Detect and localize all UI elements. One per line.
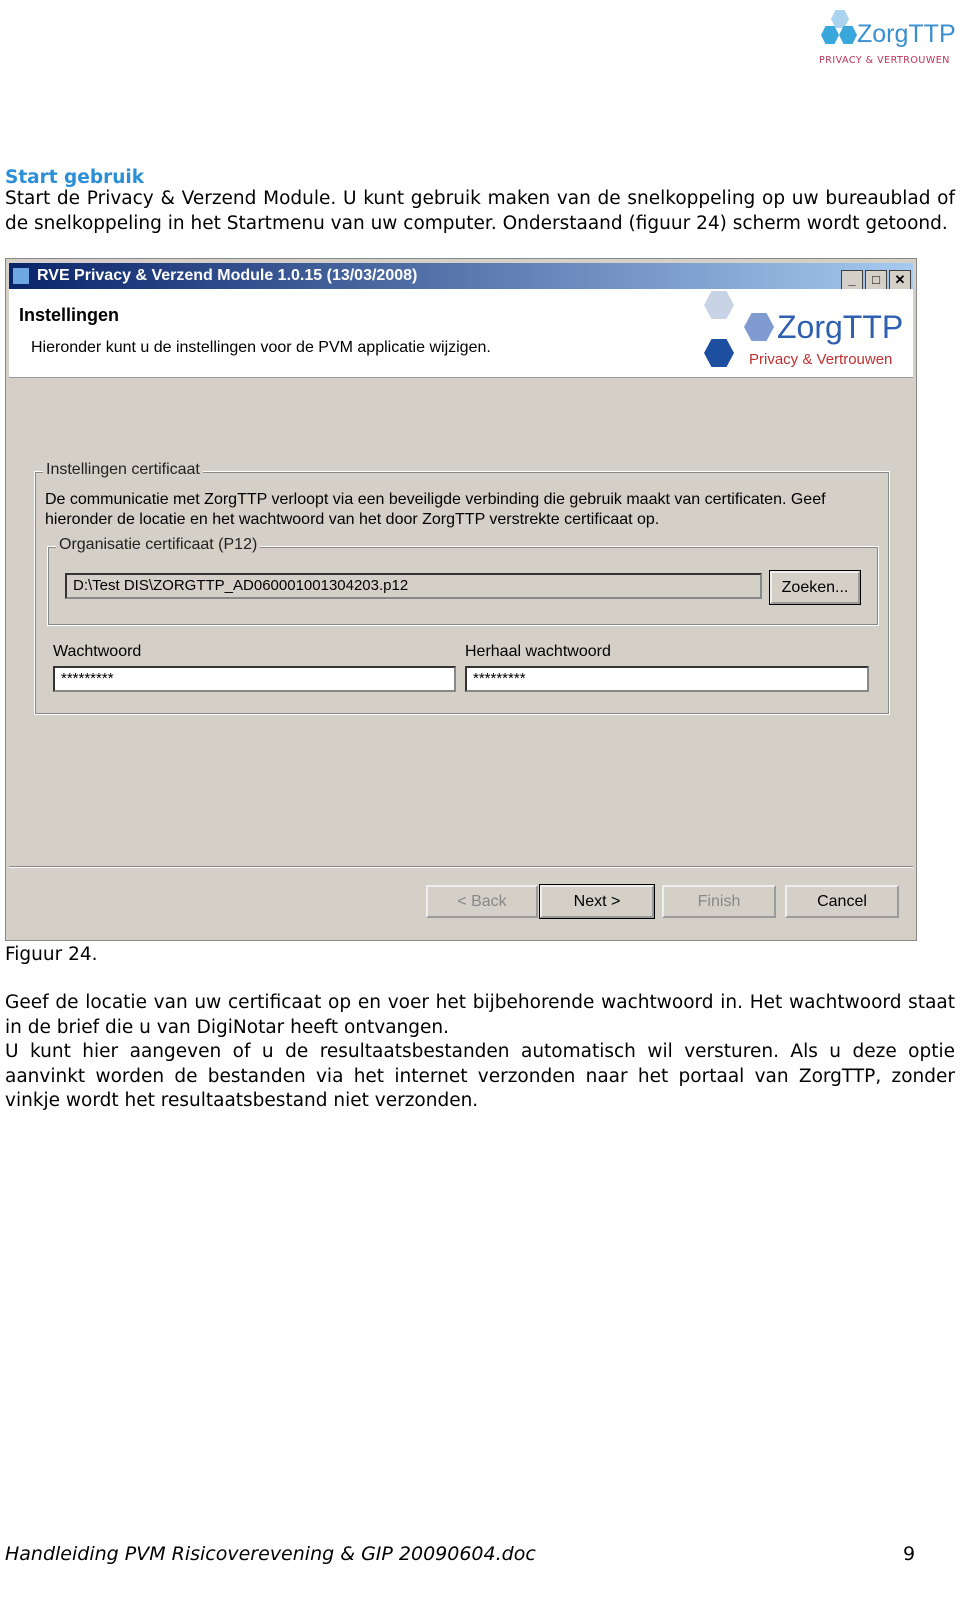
zorgttp-logo: ZorgTTP PRIVACY & VERTROUWEN [815,8,956,68]
figure-caption: Figuur 24. [5,944,98,965]
hexagon-icon [704,339,734,367]
finish-button[interactable]: Finish [662,885,776,918]
footer-filename: Handleiding PVM Risicoverevening & GIP 2… [5,1543,536,1565]
app-window: RVE Privacy & Verzend Module 1.0.15 (13/… [5,258,917,941]
paragraph-2: U kunt hier aangeven of u de resultaatsb… [5,1041,955,1111]
section-title: Start gebruik [5,167,145,188]
hexagon-icon [839,26,857,44]
logo-tagline: PRIVACY & VERTROUWEN [819,55,950,66]
group-description: De communicatie met ZorgTTP verloopt via… [45,491,826,528]
window-logo-tagline: Privacy & Vertrouwen [749,351,893,368]
hexagon-icon [821,26,839,44]
repeat-password-field[interactable]: ********* [465,666,869,692]
certificate-settings-group: Instellingen certificaat De communicatie… [34,461,890,715]
paragraph-1: Geef de locatie van uw certificaat op en… [5,992,955,1038]
hexagon-icon [831,10,849,28]
app-icon [13,268,29,284]
hexagon-icon [704,291,734,319]
hexagon-icon [744,313,774,341]
wizard-header: Instellingen Hieronder kunt u de instell… [9,289,913,378]
group-label: Instellingen certificaat [43,461,203,479]
page-number: 9 [903,1543,916,1565]
window-title: RVE Privacy & Verzend Module 1.0.15 (13/… [37,267,418,284]
minimize-button[interactable]: _ [841,270,863,290]
header-subtitle: Hieronder kunt u de instellingen voor de… [31,339,491,356]
maximize-button[interactable]: □ [865,270,887,290]
window-logo-name: ZorgTTP [777,309,904,345]
header-title: Instellingen [19,305,120,325]
password-label: Wachtwoord [53,643,142,660]
window-title-bar: RVE Privacy & Verzend Module 1.0.15 (13/… [9,263,913,290]
organisation-certificate-group: Organisatie certificaat (P12) D:\Test DI… [47,536,879,626]
intro-paragraph: Start de Privacy & Verzend Module. U kun… [5,188,955,234]
logo-name: ZorgTTP [857,20,956,48]
back-button[interactable]: < Back [426,885,538,918]
certificate-path-field[interactable]: D:\Test DIS\ZORGTTP_AD060001001304203.p1… [65,573,762,599]
org-label: Organisatie certificaat (P12) [56,536,261,554]
repeat-password-label: Herhaal wachtwoord [465,643,611,660]
password-field[interactable]: ********* [53,666,456,692]
browse-button[interactable]: Zoeken... [769,570,861,605]
next-button[interactable]: Next > [539,884,655,919]
cancel-button[interactable]: Cancel [785,885,899,918]
close-button[interactable]: ✕ [889,270,911,290]
window-logo: ZorgTTP Privacy & Vertrouwen [704,291,909,373]
divider [9,866,913,868]
